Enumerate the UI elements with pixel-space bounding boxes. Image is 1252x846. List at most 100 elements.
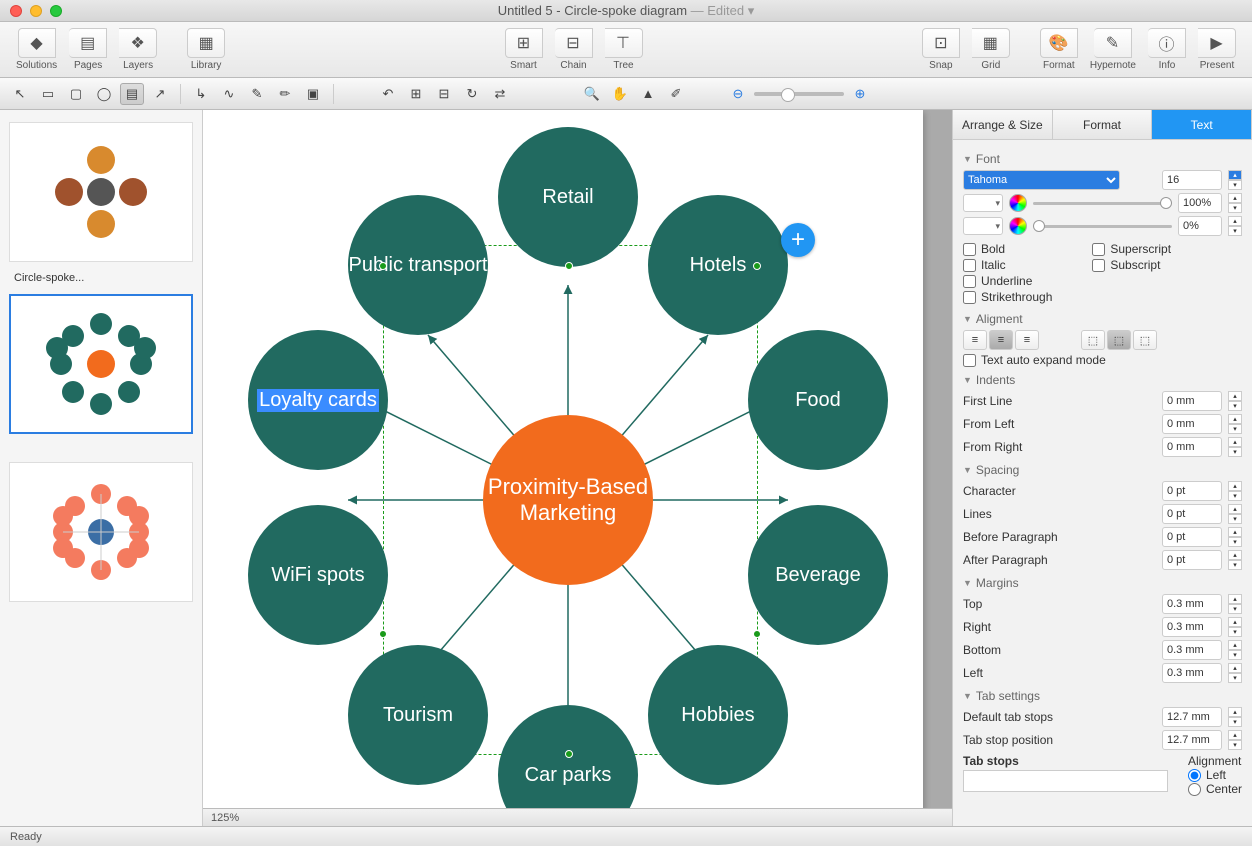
text-box-tool[interactable]: ▭ xyxy=(36,83,60,105)
flip-tool[interactable]: ⇄ xyxy=(488,83,512,105)
opacity-2[interactable]: 0% xyxy=(1178,216,1222,236)
page-thumb-3[interactable] xyxy=(9,462,193,602)
format-button[interactable]: 🎨Format xyxy=(1034,28,1084,71)
valign-middle[interactable]: ⬚ xyxy=(1107,330,1131,350)
valign-bottom[interactable]: ⬚ xyxy=(1133,330,1157,350)
eyedropper-tool[interactable]: ✐ xyxy=(664,83,688,105)
margin-bottom[interactable]: 0.3 mm xyxy=(1162,640,1222,660)
add-spoke-button[interactable]: + xyxy=(781,223,815,257)
valign-top[interactable]: ⬚ xyxy=(1081,330,1105,350)
close-window[interactable] xyxy=(10,5,22,17)
opacity-slider-2[interactable] xyxy=(1033,225,1172,228)
pen-tool[interactable]: ✎ xyxy=(245,83,269,105)
section-indents[interactable]: Indents xyxy=(963,373,1242,387)
section-alignment[interactable]: Aligment xyxy=(963,312,1242,326)
tab-align-left[interactable] xyxy=(1188,769,1201,782)
section-tabs[interactable]: Tab settings xyxy=(963,689,1242,703)
spoke-hotels[interactable]: Hotels xyxy=(648,195,788,335)
grid-button[interactable]: ▦Grid xyxy=(966,28,1016,71)
margin-top[interactable]: 0.3 mm xyxy=(1162,594,1222,614)
page[interactable]: Proximity-Based Marketing Retail Hotels … xyxy=(203,110,923,808)
pages-button[interactable]: ▤Pages xyxy=(63,28,113,71)
color-wheel-1[interactable] xyxy=(1009,194,1027,212)
present-button[interactable]: ▶Present xyxy=(1192,28,1242,71)
spoke-hobbies[interactable]: Hobbies xyxy=(648,645,788,785)
opacity-1-stepper[interactable]: ▴▾ xyxy=(1228,193,1242,213)
section-margins[interactable]: Margins xyxy=(963,576,1242,590)
ungroup-tool[interactable]: ⊟ xyxy=(432,83,456,105)
zoom-in[interactable]: ⊕ xyxy=(848,83,872,105)
library-button[interactable]: ▦Library xyxy=(181,28,231,71)
rotate-tool[interactable]: ↻ xyxy=(460,83,484,105)
snap-button[interactable]: ⊡Snap xyxy=(916,28,966,71)
image-tool[interactable]: ▣ xyxy=(301,83,325,105)
align-right[interactable]: ≡ xyxy=(1015,330,1039,350)
page-thumb-2[interactable] xyxy=(9,294,193,434)
indent-right[interactable]: 0 mm xyxy=(1162,437,1222,457)
tab-text[interactable]: Text xyxy=(1152,110,1252,139)
minimize-window[interactable] xyxy=(30,5,42,17)
font-size-stepper[interactable]: ▴▾ xyxy=(1228,170,1242,190)
opacity-1[interactable]: 100% xyxy=(1178,193,1222,213)
margin-left[interactable]: 0.3 mm xyxy=(1162,663,1222,683)
spacing-lines[interactable]: 0 pt xyxy=(1162,504,1222,524)
ellipse-tool[interactable]: ◯ xyxy=(92,83,116,105)
center-node[interactable]: Proximity-Based Marketing xyxy=(483,415,653,585)
align-left[interactable]: ≡ xyxy=(963,330,987,350)
color-wheel-2[interactable] xyxy=(1009,217,1027,235)
spoke-food[interactable]: Food xyxy=(748,330,888,470)
text-tool[interactable]: ▤ xyxy=(120,83,144,105)
spacing-before[interactable]: 0 pt xyxy=(1162,527,1222,547)
opacity-2-stepper[interactable]: ▴▾ xyxy=(1228,216,1242,236)
zoom-level[interactable]: 125% xyxy=(211,812,239,824)
smart-button[interactable]: ⊞Smart xyxy=(499,28,549,71)
tab-format[interactable]: Format xyxy=(1053,110,1153,139)
spacing-after[interactable]: 0 pt xyxy=(1162,550,1222,570)
spoke-tourism[interactable]: Tourism xyxy=(348,645,488,785)
italic-check[interactable] xyxy=(963,259,976,272)
zoom-window[interactable] xyxy=(50,5,62,17)
tab-stops-list[interactable] xyxy=(963,770,1168,792)
spoke-wifi[interactable]: WiFi spots xyxy=(248,505,388,645)
tab-arrange[interactable]: Arrange & Size xyxy=(953,110,1053,139)
group-tool[interactable]: ⊞ xyxy=(404,83,428,105)
line-tool[interactable]: ↗ xyxy=(148,83,172,105)
undo-tool[interactable]: ↶ xyxy=(376,83,400,105)
pencil-tool[interactable]: ✏ xyxy=(273,83,297,105)
connector-tool[interactable]: ↳ xyxy=(189,83,213,105)
super-check[interactable] xyxy=(1092,243,1105,256)
spoke-beverage[interactable]: Beverage xyxy=(748,505,888,645)
tab-pos[interactable]: 12.7 mm xyxy=(1162,730,1222,750)
font-size-input[interactable]: 16 xyxy=(1162,170,1222,190)
info-button[interactable]: ⓘInfo xyxy=(1142,28,1192,71)
tab-align-center[interactable] xyxy=(1188,783,1201,796)
spoke-transport[interactable]: Public transport xyxy=(348,195,488,335)
bold-check[interactable] xyxy=(963,243,976,256)
section-font[interactable]: Font xyxy=(963,152,1242,166)
zoom-out[interactable]: ⊖ xyxy=(726,83,750,105)
chain-button[interactable]: ⊟Chain xyxy=(549,28,599,71)
tab-defaults[interactable]: 12.7 mm xyxy=(1162,707,1222,727)
spoke-loyalty[interactable]: Loyalty cards xyxy=(248,330,388,470)
solutions-button[interactable]: ◆Solutions xyxy=(10,28,63,71)
opacity-slider-1[interactable] xyxy=(1033,202,1172,205)
zoom-slider[interactable] xyxy=(754,92,844,96)
section-spacing[interactable]: Spacing xyxy=(963,463,1242,477)
text-auto-check[interactable] xyxy=(963,354,976,367)
page-thumb-1[interactable] xyxy=(9,122,193,262)
margin-right[interactable]: 0.3 mm xyxy=(1162,617,1222,637)
spacing-char[interactable]: 0 pt xyxy=(1162,481,1222,501)
font-family-select[interactable]: Tahoma xyxy=(963,170,1120,190)
underline-check[interactable] xyxy=(963,275,976,288)
indent-first[interactable]: 0 mm xyxy=(1162,391,1222,411)
canvas[interactable]: Proximity-Based Marketing Retail Hotels … xyxy=(203,110,952,826)
hand-tool[interactable]: ✋ xyxy=(608,83,632,105)
indent-left[interactable]: 0 mm xyxy=(1162,414,1222,434)
pointer-tool[interactable]: ↖ xyxy=(8,83,32,105)
tree-button[interactable]: ⊤Tree xyxy=(599,28,649,71)
magnify-tool[interactable]: 🔍 xyxy=(580,83,604,105)
text-color-2[interactable] xyxy=(963,217,1003,235)
curve-tool[interactable]: ∿ xyxy=(217,83,241,105)
spoke-retail[interactable]: Retail xyxy=(498,127,638,267)
strike-check[interactable] xyxy=(963,291,976,304)
